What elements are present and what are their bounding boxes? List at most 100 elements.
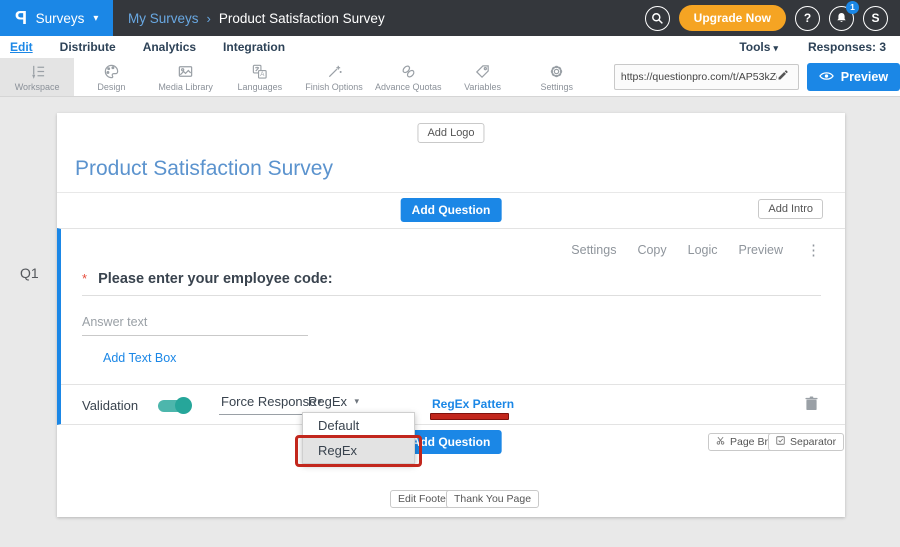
eye-icon [819, 70, 834, 84]
help-button[interactable]: ? [795, 6, 820, 31]
kebab-menu-icon[interactable]: ⋮ [806, 241, 821, 259]
question-settings-link[interactable]: Settings [571, 243, 616, 257]
question-text[interactable]: Please enter your employee code: [98, 271, 333, 287]
toolbar-item-label: Media Library [158, 82, 213, 92]
chevron-down-icon: ▾ [354, 396, 359, 407]
question-copy-link[interactable]: Copy [637, 243, 666, 257]
chevron-down-icon: ▾ [93, 13, 98, 24]
add-logo-button[interactable]: Add Logo [417, 123, 484, 143]
survey-nav-bar: Edit Distribute Analytics Integration To… [0, 36, 900, 58]
toolbar-item-design[interactable]: Design [74, 58, 148, 96]
separator-button[interactable]: Separator [768, 433, 844, 451]
survey-url-box [614, 64, 799, 90]
validation-type-menu: Default RegEx [302, 412, 415, 464]
validation-bar: Validation Force Response ▾ RegEx ▾ RegE… [61, 384, 845, 426]
nav-right-group: Tools▾ Responses: 3 [739, 40, 900, 54]
annotation-red-underline [430, 413, 509, 420]
toolbar-item-finish-options[interactable]: Finish Options [297, 58, 371, 96]
toolbar-item-media-library[interactable]: Media Library [148, 58, 222, 96]
toolbar-item-variables[interactable]: Variables [445, 58, 519, 96]
answer-text-input[interactable] [82, 315, 308, 336]
bell-icon [835, 11, 848, 25]
chevron-down-icon: ▾ [773, 43, 778, 53]
toggle-knob [175, 397, 192, 414]
toolbar-item-languages[interactable]: A Languages [223, 58, 297, 96]
breadcrumb-my-surveys[interactable]: My Surveys [128, 11, 199, 26]
scissors-icon [716, 436, 725, 448]
regex-pattern-link[interactable]: RegEx Pattern [432, 397, 514, 411]
survey-url-input[interactable] [621, 71, 777, 83]
menu-option-regex[interactable]: RegEx [303, 438, 414, 463]
design-palette-icon [103, 63, 120, 80]
validation-toggle[interactable] [158, 400, 190, 412]
toolbar-item-workspace[interactable]: Workspace [0, 58, 74, 96]
notification-count-badge: 1 [846, 1, 859, 14]
toolbar-item-label: Finish Options [305, 82, 363, 92]
add-text-box-link[interactable]: Add Text Box [103, 351, 176, 365]
account-avatar[interactable]: S [863, 6, 888, 31]
image-icon [177, 63, 194, 80]
validation-type-value: RegEx [308, 394, 347, 409]
magic-wand-icon [326, 63, 343, 80]
question-text-underline [82, 295, 821, 296]
surveys-product-menu[interactable]: P Surveys ▾ [0, 0, 113, 36]
question-block-q1: Settings Copy Logic Preview ⋮ * Please en… [57, 228, 845, 425]
toolbar-item-advance-quotas[interactable]: Advance Quotas [371, 58, 445, 96]
breadcrumb: My Surveys › Product Satisfaction Survey [128, 11, 385, 26]
toolbar-item-settings[interactable]: Settings [520, 58, 594, 96]
thank-you-page-button[interactable]: Thank You Page [446, 490, 539, 508]
question-text-row[interactable]: * Please enter your employee code: [82, 271, 333, 287]
edit-url-pencil-icon[interactable] [777, 68, 789, 86]
tab-distribute[interactable]: Distribute [60, 40, 116, 54]
separator-label: Separator [790, 436, 836, 448]
chain-links-icon [400, 63, 417, 80]
toolbar-item-label: Design [97, 82, 125, 92]
add-intro-button[interactable]: Add Intro [758, 199, 823, 219]
menu-option-default[interactable]: Default [303, 413, 414, 438]
tools-menu[interactable]: Tools▾ [739, 40, 778, 54]
toolbar-item-label: Variables [464, 82, 501, 92]
checkbox-icon [776, 436, 785, 448]
nav-tabs: Edit Distribute Analytics Integration [0, 40, 285, 54]
gear-icon [548, 63, 565, 80]
question-number: Q1 [20, 265, 39, 281]
workspace-icon [29, 63, 46, 80]
title-divider [57, 192, 845, 193]
top-header-bar: P Surveys ▾ My Surveys › Product Satisfa… [0, 0, 900, 36]
question-preview-link[interactable]: Preview [739, 243, 783, 257]
breadcrumb-current-survey: Product Satisfaction Survey [219, 11, 385, 26]
product-menu-label: Surveys [36, 11, 85, 26]
question-mark-icon: ? [804, 11, 811, 25]
search-button[interactable] [645, 6, 670, 31]
toolbar-item-label: Advance Quotas [375, 82, 442, 92]
search-icon [651, 12, 664, 25]
responses-count[interactable]: Responses: 3 [808, 40, 886, 54]
survey-title[interactable]: Product Satisfaction Survey [75, 157, 333, 181]
preview-label: Preview [841, 70, 888, 84]
avatar-initial: S [871, 11, 879, 25]
languages-translate-icon: A [251, 63, 268, 80]
tab-edit[interactable]: Edit [10, 40, 33, 54]
editor-toolbar: Workspace Design Media Library A Languag… [0, 58, 900, 97]
tab-analytics[interactable]: Analytics [143, 40, 196, 54]
toolbar-item-label: Languages [238, 82, 283, 92]
delete-question-trash-icon[interactable] [805, 396, 818, 416]
upgrade-now-button[interactable]: Upgrade Now [679, 5, 786, 31]
survey-editor-card: Add Logo Product Satisfaction Survey Add… [57, 113, 845, 517]
question-actions: Settings Copy Logic Preview ⋮ [571, 241, 821, 259]
toolbar-item-label: Settings [540, 82, 573, 92]
required-asterisk: * [82, 271, 87, 286]
toolbar-item-label: Workspace [15, 82, 60, 92]
tab-integration[interactable]: Integration [223, 40, 285, 54]
question-logic-link[interactable]: Logic [688, 243, 718, 257]
questionpro-logo-icon: P [15, 8, 27, 29]
add-question-button-top[interactable]: Add Question [401, 198, 502, 222]
preview-button[interactable]: Preview [807, 63, 900, 91]
header-actions: Upgrade Now ? 1 S [645, 5, 900, 31]
notifications-button[interactable]: 1 [829, 6, 854, 31]
breadcrumb-separator: › [207, 11, 211, 26]
add-question-button-bottom[interactable]: Add Question [401, 430, 502, 454]
tag-icon [474, 63, 491, 80]
force-response-value: Force Response [221, 394, 316, 409]
validation-label: Validation [82, 398, 138, 413]
